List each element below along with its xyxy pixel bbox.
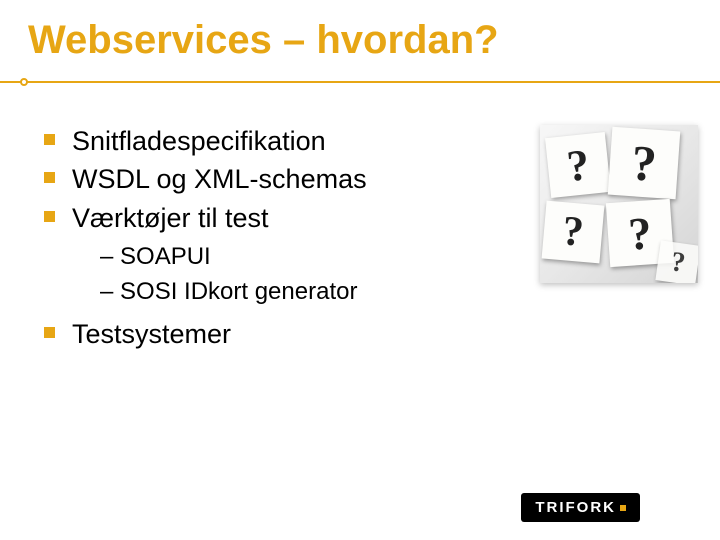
- list-item: Testsystemer: [44, 316, 720, 352]
- trifork-logo: TRIFORK: [521, 493, 640, 522]
- question-marks-image: ? ? ? ? ?: [540, 125, 698, 283]
- divider-line: [0, 81, 720, 83]
- question-mark-icon: ?: [545, 132, 611, 198]
- logo-dot-icon: [620, 505, 626, 511]
- slide-title: Webservices – hvordan?: [0, 0, 720, 73]
- question-mark-icon: ?: [542, 201, 605, 264]
- list-item-label: Værktøjer til test: [72, 203, 269, 233]
- divider-dot: [20, 78, 28, 86]
- title-divider: [0, 77, 720, 87]
- question-mark-icon: ?: [608, 127, 681, 200]
- question-mark-icon: ?: [655, 240, 698, 283]
- logo-text: TRIFORK: [535, 499, 616, 516]
